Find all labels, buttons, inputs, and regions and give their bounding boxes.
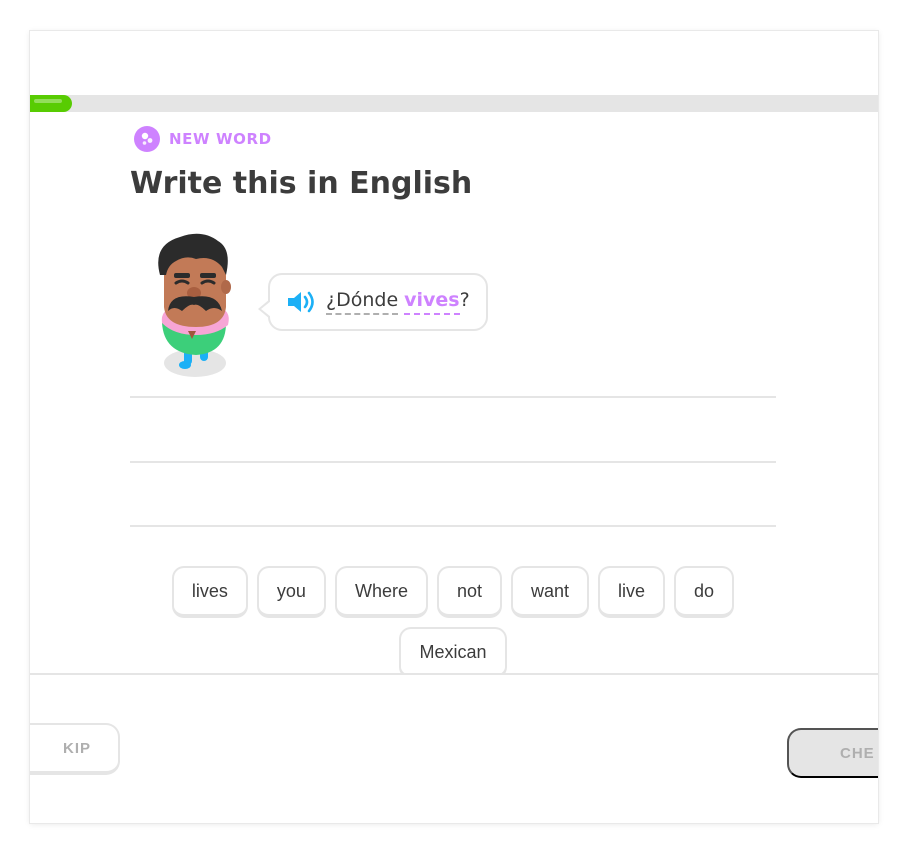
character-illustration [146, 231, 236, 383]
exercise-instruction: Write this in English [130, 166, 473, 201]
progress-fill [30, 95, 72, 112]
word-tile[interactable]: do [674, 566, 735, 618]
prompt-new-word[interactable]: vives [404, 289, 460, 315]
check-button[interactable]: CHE [787, 728, 878, 778]
progress-highlight [34, 99, 62, 103]
word-tile[interactable]: live [598, 566, 666, 618]
new-word-label: NEW WORD [169, 130, 272, 148]
prompt-punctuation: ? [459, 289, 470, 311]
bubble-tail [258, 299, 271, 319]
check-button-label: CHE [840, 744, 875, 762]
progress-bar [30, 95, 878, 112]
answer-line [130, 461, 776, 463]
prompt-bubble: ¿Dónde vives ? [258, 273, 488, 331]
speaker-icon[interactable] [286, 289, 318, 315]
answer-line [130, 396, 776, 398]
prompt-word[interactable]: ¿Dónde [326, 289, 399, 315]
prompt-sentence: ¿Dónde vives ? [326, 289, 470, 315]
footer-divider [30, 673, 878, 675]
word-tile[interactable]: not [436, 566, 502, 618]
skip-button-label: KIP [62, 739, 91, 757]
word-tile[interactable]: Where [334, 566, 428, 618]
skip-button[interactable]: KIP [30, 723, 120, 775]
word-bank: lives you Where not want live do Mexican [160, 566, 746, 679]
word-tile[interactable]: you [256, 566, 326, 618]
word-tile[interactable]: Mexican [399, 627, 507, 679]
footer [30, 675, 878, 823]
new-word-badge: NEW WORD [134, 126, 272, 152]
lesson-frame: NEW WORD Write this in English ¿Dónde vi… [30, 31, 878, 823]
answer-line [130, 525, 776, 527]
word-tile[interactable]: lives [171, 566, 248, 618]
new-word-icon [134, 126, 160, 152]
word-tile[interactable]: want [511, 566, 590, 618]
